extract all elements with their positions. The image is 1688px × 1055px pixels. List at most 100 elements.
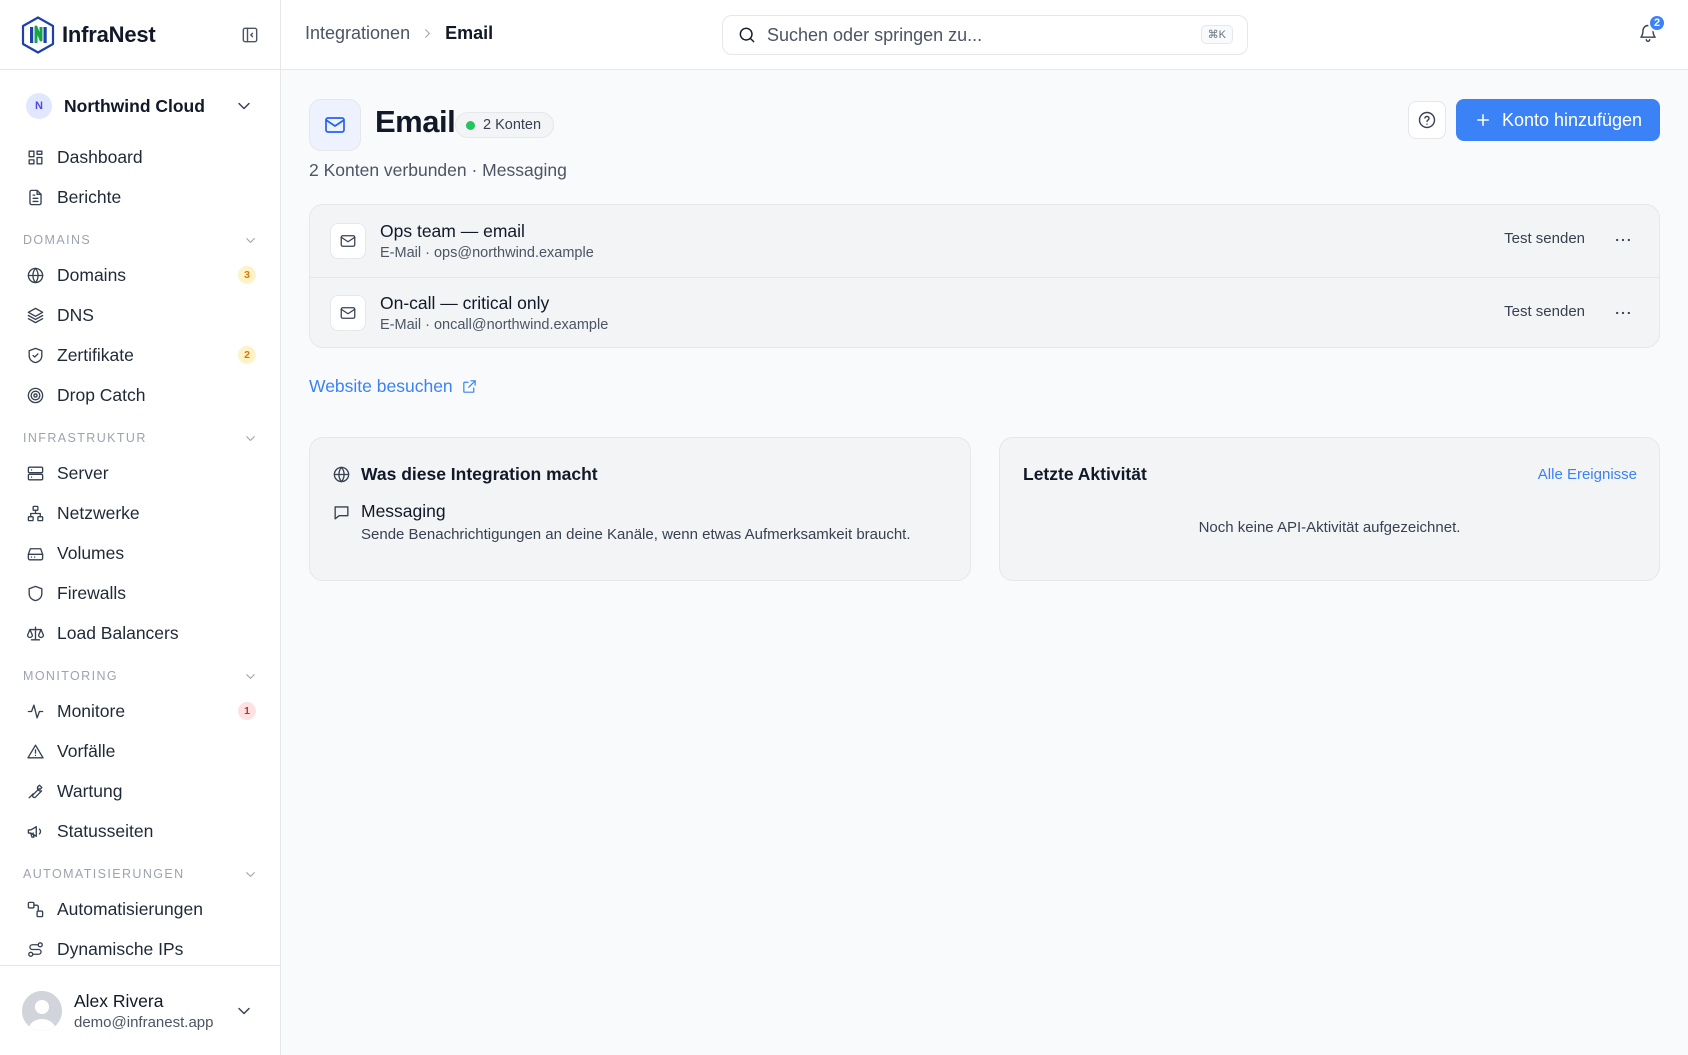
sidebar-item-label: Firewalls bbox=[57, 582, 127, 603]
sidebar-collapse-icon[interactable] bbox=[240, 25, 260, 45]
user-menu[interactable]: Alex Rivera demo@infranest.app bbox=[0, 965, 280, 1055]
section-monitoring[interactable]: MONITORING bbox=[23, 666, 258, 686]
section-label: AUTOMATISIERUNGEN bbox=[23, 867, 185, 881]
chevron-down-icon bbox=[234, 1001, 254, 1021]
page-subtitle: 2 Konten verbunden · Messaging bbox=[309, 160, 567, 180]
chevron-down-icon bbox=[243, 669, 258, 684]
user-name: Alex Rivera bbox=[74, 990, 164, 1011]
account-meta: E-Mail · oncall@northwind.example bbox=[380, 317, 609, 333]
dashboard-icon bbox=[26, 148, 45, 167]
status-badge-label: 2 Konten bbox=[483, 117, 542, 133]
sidebar-item-monitors[interactable]: Monitore 1 bbox=[26, 696, 256, 726]
section-automations[interactable]: AUTOMATISIERUNGEN bbox=[23, 864, 258, 884]
add-account-button[interactable]: Konto hinzufügen bbox=[1456, 99, 1660, 141]
globe-icon bbox=[26, 266, 45, 285]
section-infrastructure[interactable]: INFRASTRUKTUR bbox=[23, 428, 258, 448]
sidebar-item-incidents[interactable]: Vorfälle bbox=[26, 736, 256, 766]
status-badge: 2 Konten bbox=[455, 112, 555, 138]
sidebar-item-reports[interactable]: Berichte bbox=[26, 182, 256, 212]
search-box[interactable]: ⌘K bbox=[722, 15, 1248, 55]
help-button[interactable] bbox=[1408, 101, 1446, 139]
sidebar-item-drop-catch[interactable]: Drop Catch bbox=[26, 380, 256, 410]
section-domains[interactable]: DOMAINS bbox=[23, 230, 258, 250]
sidebar-item-label: Zertifikate bbox=[57, 344, 134, 365]
alert-triangle-icon bbox=[26, 742, 45, 761]
count-badge: 2 bbox=[238, 346, 256, 364]
send-test-button[interactable]: Test senden bbox=[1504, 303, 1585, 320]
section-label: DOMAINS bbox=[23, 233, 92, 247]
chevron-down-icon bbox=[234, 96, 254, 116]
notification-badge: 2 bbox=[1648, 14, 1666, 32]
sidebar-item-label: Server bbox=[57, 462, 109, 483]
chevron-down-icon bbox=[243, 233, 258, 248]
mail-icon bbox=[309, 99, 361, 151]
sidebar-item-automations[interactable]: Automatisierungen bbox=[26, 894, 256, 924]
network-icon bbox=[26, 504, 45, 523]
sidebar-item-dns[interactable]: DNS bbox=[26, 300, 256, 330]
card-title: Was diese Integration macht bbox=[332, 464, 598, 485]
sidebar-item-load-balancers[interactable]: Load Balancers bbox=[26, 618, 256, 648]
sidebar-item-label: Wartung bbox=[57, 780, 123, 801]
brand-name: InfraNest bbox=[62, 21, 156, 47]
sidebar-item-label: Automatisierungen bbox=[57, 898, 203, 919]
sidebar-item-label: Load Balancers bbox=[57, 622, 179, 643]
sidebar-item-dashboard[interactable]: Dashboard bbox=[26, 142, 256, 172]
sidebar: InfraNest N Northwind Cloud Dashboard Be… bbox=[0, 0, 281, 1055]
card-title: Letzte Aktivität bbox=[1023, 464, 1147, 484]
org-switcher[interactable]: N Northwind Cloud bbox=[0, 71, 280, 141]
megaphone-icon bbox=[26, 822, 45, 841]
sidebar-item-domains[interactable]: Domains 3 bbox=[26, 260, 256, 290]
shield-icon bbox=[26, 584, 45, 603]
card-title-label: Was diese Integration macht bbox=[361, 464, 598, 484]
sidebar-item-volumes[interactable]: Volumes bbox=[26, 538, 256, 568]
hard-drive-icon bbox=[26, 544, 45, 563]
send-test-button[interactable]: Test senden bbox=[1504, 230, 1585, 247]
count-badge: 1 bbox=[238, 702, 256, 720]
activity-icon bbox=[26, 702, 45, 721]
chevron-down-icon bbox=[243, 867, 258, 882]
more-horizontal-icon[interactable] bbox=[1613, 303, 1633, 323]
status-dot bbox=[466, 120, 475, 130]
sidebar-item-label: Vorfälle bbox=[57, 740, 116, 761]
list-item[interactable]: Ops team — email E-Mail · ops@northwind.… bbox=[310, 205, 1659, 276]
main-content: Email 2 Konten 2 Konten verbunden · Mess… bbox=[281, 71, 1688, 1055]
count-badge: 3 bbox=[238, 266, 256, 284]
sidebar-item-label: Netzwerke bbox=[57, 502, 140, 523]
add-account-label: Konto hinzufügen bbox=[1501, 109, 1643, 130]
account-meta: E-Mail · ops@northwind.example bbox=[380, 244, 594, 261]
section-label: MONITORING bbox=[23, 669, 119, 683]
account-name: On-call — critical only bbox=[380, 293, 550, 313]
sidebar-item-label: Monitore bbox=[57, 700, 126, 721]
integration-info-card: Was diese Integration macht Messaging Se… bbox=[309, 437, 971, 581]
sidebar-item-maintenance[interactable]: Wartung bbox=[26, 776, 256, 806]
sidebar-item-firewalls[interactable]: Firewalls bbox=[26, 578, 256, 608]
server-icon bbox=[26, 464, 45, 483]
sidebar-item-dynamic-ips[interactable]: Dynamische IPs bbox=[26, 934, 256, 964]
search-input[interactable] bbox=[767, 24, 1187, 46]
breadcrumb-current: Email bbox=[445, 23, 494, 43]
sidebar-item-status-pages[interactable]: Statusseiten bbox=[26, 816, 256, 846]
sidebar-item-label: DNS bbox=[57, 304, 94, 325]
sidebar-item-server[interactable]: Server bbox=[26, 458, 256, 488]
sidebar-item-label: Statusseiten bbox=[57, 820, 154, 841]
brand: InfraNest bbox=[0, 0, 280, 70]
help-circle-icon bbox=[1417, 110, 1437, 130]
sidebar-item-label: Volumes bbox=[57, 542, 125, 563]
message-square-icon bbox=[332, 501, 351, 522]
all-events-link[interactable]: Alle Ereignisse bbox=[1538, 466, 1637, 483]
avatar bbox=[22, 990, 62, 1031]
list-item[interactable]: On-call — critical only E-Mail · oncall@… bbox=[310, 277, 1659, 347]
sidebar-item-networks[interactable]: Netzwerke bbox=[26, 498, 256, 528]
feature-item: Messaging Sende Benachrichtigungen an de… bbox=[332, 501, 911, 543]
visit-website-link[interactable]: Website besuchen bbox=[309, 376, 478, 397]
account-name: Ops team — email bbox=[380, 220, 525, 241]
globe-icon bbox=[332, 465, 361, 484]
sidebar-item-certificates[interactable]: Zertifikate 2 bbox=[26, 340, 256, 370]
route-icon bbox=[26, 940, 45, 959]
infranest-logo-icon bbox=[20, 15, 56, 54]
mail-icon bbox=[330, 295, 366, 331]
feature-description: Sende Benachrichtigungen an deine Kanäle… bbox=[361, 526, 911, 543]
more-horizontal-icon[interactable] bbox=[1613, 230, 1633, 250]
breadcrumb-integrations[interactable]: Integrationen bbox=[305, 23, 410, 44]
search-shortcut: ⌘K bbox=[1200, 25, 1233, 44]
